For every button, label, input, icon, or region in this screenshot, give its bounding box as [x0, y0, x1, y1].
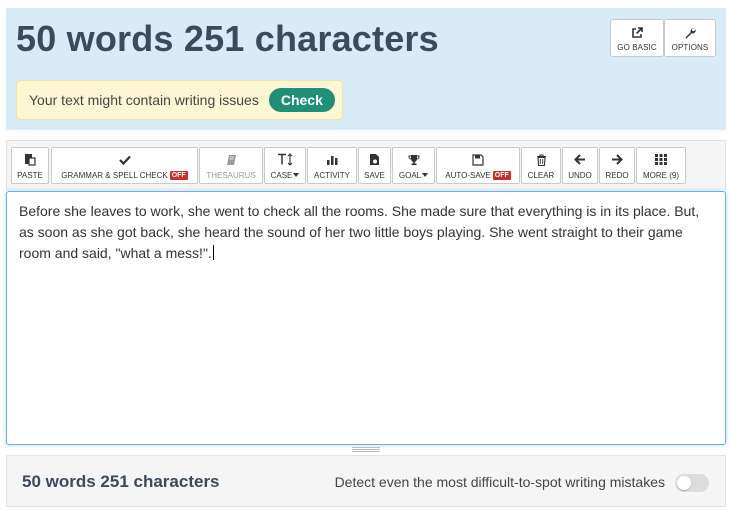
detect-mistakes-text: Detect even the most difficult-to-spot w… — [334, 474, 665, 490]
activity-label: ACTIVITY — [313, 170, 350, 180]
checkmark-icon — [118, 152, 131, 168]
grammar-spell-check-button[interactable]: GRAMMAR & SPELL CHECK OFF — [51, 147, 198, 184]
grammar-off-badge: OFF — [169, 170, 188, 180]
text-editor[interactable]: Before she leaves to work, she went to c… — [6, 191, 726, 445]
clipboard-icon — [24, 152, 36, 168]
paste-label: PASTE — [17, 170, 43, 180]
auto-save-off-badge: OFF — [492, 170, 511, 180]
arrow-right-icon — [611, 152, 623, 168]
clear-button[interactable]: CLEAR — [521, 147, 561, 184]
save-button[interactable]: SAVE — [358, 147, 391, 184]
paste-button[interactable]: PASTE — [11, 147, 49, 184]
wrench-icon — [684, 25, 696, 41]
case-label: CASE — [270, 170, 293, 180]
options-button[interactable]: OPTIONS — [664, 19, 716, 57]
word-count-title: 50 words 251 characters — [16, 18, 439, 59]
footer-word-count: 50 words 251 characters — [22, 472, 220, 491]
auto-save-label: AUTO-SAVE — [445, 170, 491, 180]
go-basic-button[interactable]: GO BASIC — [610, 19, 664, 57]
trophy-icon — [408, 152, 420, 168]
options-label: OPTIONS — [671, 42, 709, 52]
toggle-knob — [677, 476, 691, 490]
check-button[interactable]: Check — [268, 88, 335, 112]
caret-down-icon — [422, 173, 429, 177]
editor-text: Before she leaves to work, she went to c… — [19, 203, 700, 261]
undo-label: UNDO — [568, 170, 592, 180]
more-label: MORE (9) — [643, 170, 679, 180]
case-button[interactable]: CASE — [264, 147, 306, 184]
bar-chart-icon — [326, 152, 339, 168]
grammar-label: GRAMMAR & SPELL CHECK — [61, 170, 168, 180]
detect-mistakes-toggle[interactable] — [675, 474, 709, 492]
writing-issues-text: Your text might contain writing issues — [29, 92, 259, 108]
trash-icon — [536, 152, 547, 168]
redo-label: REDO — [605, 170, 629, 180]
editor-toolbar: PASTE GRAMMAR & SPELL CHECK OFF THESAURUS… — [6, 140, 726, 190]
thesaurus-label: THESAURUS — [206, 170, 256, 180]
activity-button[interactable]: ACTIVITY — [307, 147, 357, 184]
floppy-disk-icon — [472, 152, 484, 168]
external-link-icon — [631, 25, 643, 41]
redo-button[interactable]: REDO — [599, 147, 635, 184]
grid-icon — [655, 152, 667, 168]
resize-handle[interactable] — [352, 447, 380, 452]
auto-save-button[interactable]: AUTO-SAVE OFF — [436, 147, 520, 184]
go-basic-label: GO BASIC — [617, 42, 657, 52]
undo-button[interactable]: UNDO — [562, 147, 598, 184]
footer-bar: 50 words 251 characters Detect even the … — [6, 455, 726, 507]
goal-button[interactable]: GOAL — [392, 147, 435, 184]
goal-label: GOAL — [398, 170, 422, 180]
text-cursor — [212, 245, 214, 260]
book-icon — [226, 152, 237, 168]
arrow-left-icon — [574, 152, 586, 168]
thesaurus-button[interactable]: THESAURUS — [199, 147, 263, 184]
writing-issues-banner: Your text might contain writing issues C… — [16, 80, 343, 120]
clear-label: CLEAR — [527, 170, 555, 180]
header-panel: 50 words 251 characters GO BASIC OPTIONS… — [6, 8, 726, 130]
caret-down-icon — [293, 173, 300, 177]
save-file-icon — [369, 152, 380, 168]
text-height-icon — [277, 152, 293, 168]
more-button[interactable]: MORE (9) — [636, 147, 686, 184]
save-label: SAVE — [364, 170, 385, 180]
